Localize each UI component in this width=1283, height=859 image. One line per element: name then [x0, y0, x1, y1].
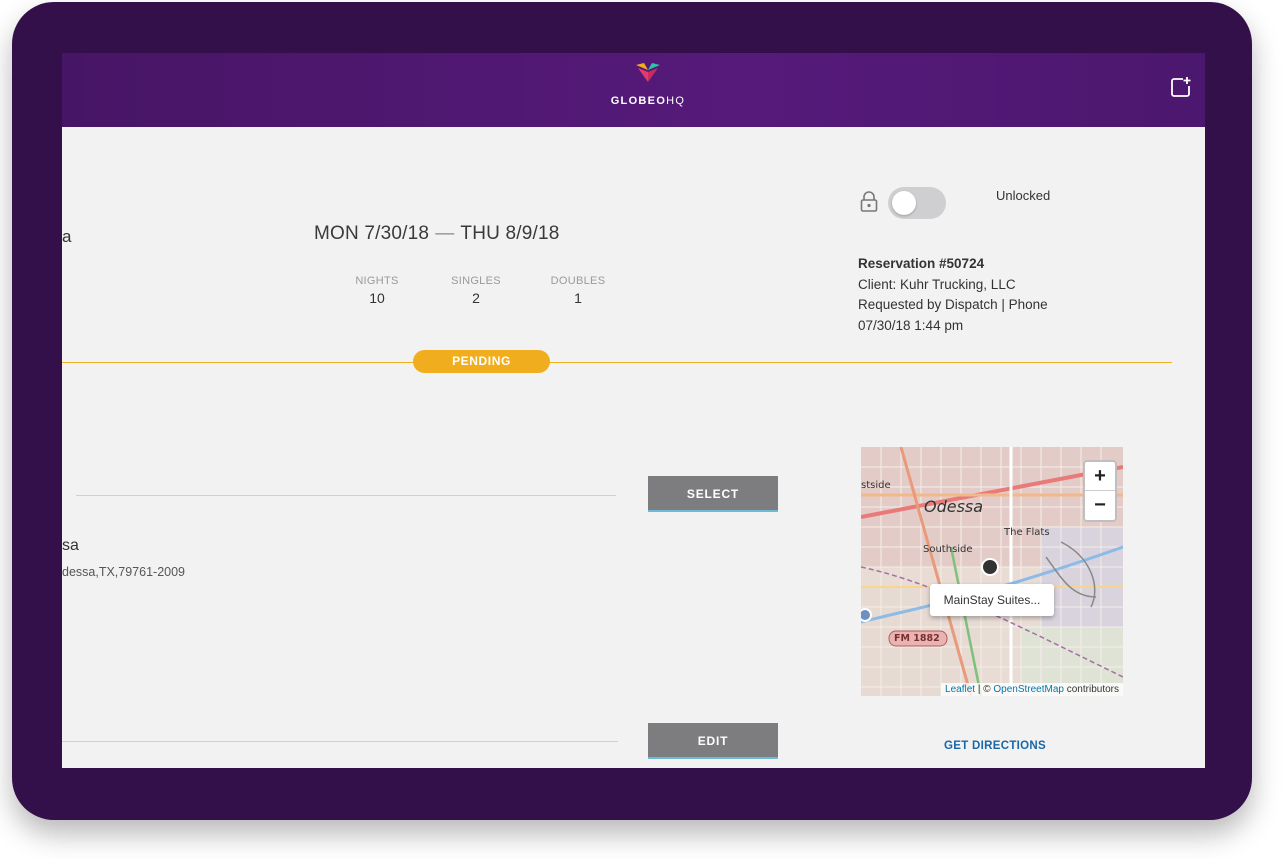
zoom-in-button[interactable]: + — [1085, 462, 1115, 491]
attribution-separator: | © — [975, 684, 994, 695]
reservation-guest-name: a — [62, 227, 72, 246]
leaflet-link[interactable]: Leaflet — [945, 684, 975, 695]
stat-singles: SINGLES 2 — [436, 275, 516, 306]
end-date: THU 8/9/18 — [460, 223, 560, 244]
stat-label: NIGHTS — [355, 275, 399, 287]
hotel-map[interactable]: stside Odessa The Flats Southside FM 188… — [861, 447, 1123, 696]
map-label-road: FM 1882 — [894, 633, 940, 644]
lock-status-text: Unlocked — [996, 188, 1051, 203]
stat-value: 2 — [472, 290, 480, 306]
status-divider — [62, 362, 1172, 363]
map-zoom-control: + − — [1083, 460, 1117, 522]
calendar-plus-icon[interactable] — [1169, 75, 1193, 99]
get-directions-link[interactable]: GET DIRECTIONS — [944, 740, 1046, 752]
app-screen: GLOBEOHQ a MON 7/30/18— THU 8/9/18 NIGHTS… — [62, 53, 1205, 768]
reservation-timestamp: 07/30/18 1:44 pm — [858, 317, 964, 333]
stat-nights: NIGHTS 10 — [337, 275, 417, 306]
toggle-knob — [892, 191, 916, 215]
start-date: MON 7/30/18 — [314, 223, 430, 244]
edit-button[interactable]: EDIT — [648, 723, 778, 759]
reservation-dates: MON 7/30/18— THU 8/9/18 — [314, 223, 634, 245]
hotel-name: sa — [62, 537, 79, 554]
globeo-logo-icon — [636, 63, 660, 82]
top-bar: GLOBEOHQ — [62, 53, 1205, 127]
stat-value: 1 — [574, 290, 582, 306]
osm-link[interactable]: OpenStreetMap — [993, 684, 1064, 695]
map-popup[interactable]: MainStay Suites... — [930, 584, 1054, 616]
reservation-client: Client: Kuhr Trucking, LLC — [858, 276, 1016, 292]
brand-name: GLOBEOHQ — [610, 95, 686, 107]
status-badge: PENDING — [413, 350, 550, 373]
reservation-number: Reservation #50724 — [858, 256, 985, 271]
date-separator: — — [435, 223, 455, 244]
map-attribution: Leaflet | © OpenStreetMap contributors — [941, 683, 1123, 696]
stat-doubles: DOUBLES 1 — [538, 275, 618, 306]
map-label-the-flats: The Flats — [1004, 527, 1050, 538]
hotel-address: dessa,TX,79761-2009 — [62, 565, 186, 579]
map-label-westside: stside — [861, 480, 891, 491]
section-divider — [76, 495, 616, 496]
stat-label: DOUBLES — [550, 275, 606, 287]
stat-label: SINGLES — [451, 275, 501, 287]
zoom-out-button[interactable]: − — [1085, 491, 1115, 520]
attribution-tail: contributors — [1063, 684, 1119, 695]
section-divider — [62, 741, 618, 742]
map-label-city: Odessa — [924, 497, 984, 516]
hotel-map-marker[interactable] — [981, 558, 999, 576]
lock-toggle[interactable] — [888, 187, 946, 219]
reservation-info: Reservation #50724 Client: Kuhr Trucking… — [858, 254, 1048, 336]
reservation-requested-by: Requested by Dispatch | Phone — [858, 297, 1048, 312]
stat-value: 10 — [369, 290, 385, 306]
map-label-southside: Southside — [923, 544, 973, 555]
lock-icon — [860, 191, 878, 212]
select-button[interactable]: SELECT — [648, 476, 778, 512]
